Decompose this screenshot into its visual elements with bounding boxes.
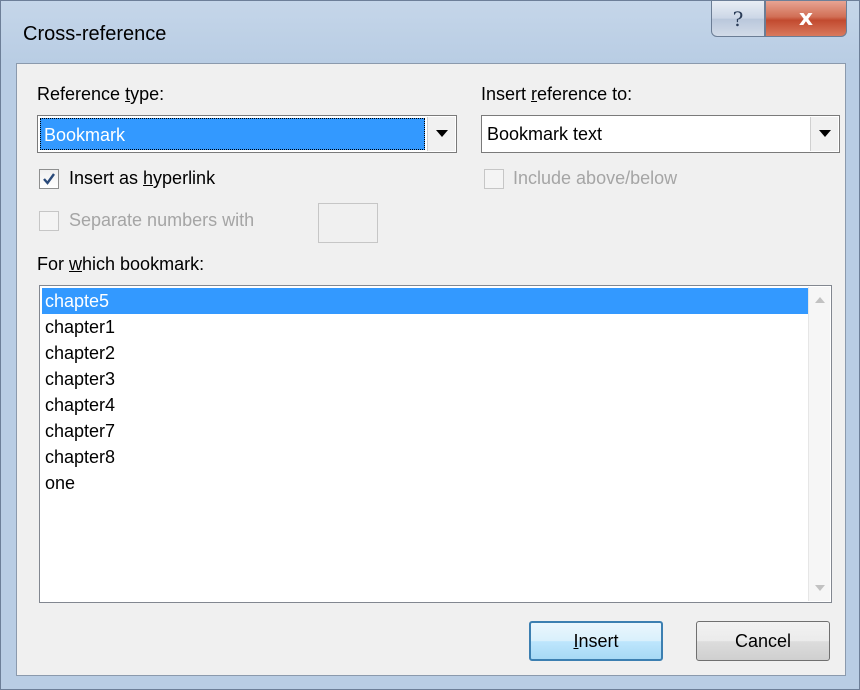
insert-reference-to-label: Insert reference to: bbox=[481, 84, 633, 104]
scroll-down-button[interactable] bbox=[809, 577, 831, 599]
help-button[interactable]: ? bbox=[711, 1, 765, 37]
insert-reference-to-dropdown-button[interactable] bbox=[810, 117, 838, 151]
reference-type-dropdown-button[interactable] bbox=[427, 117, 455, 151]
insert-button[interactable]: Insert bbox=[529, 621, 663, 661]
help-icon: ? bbox=[732, 6, 744, 31]
chevron-down-icon bbox=[818, 130, 831, 137]
list-item[interactable]: chapter3 bbox=[42, 366, 808, 392]
insert-as-hyperlink-checkbox[interactable] bbox=[39, 169, 59, 189]
bookmark-listbox[interactable]: chapte5 chapter1 chapter2 chapter3 chapt… bbox=[39, 285, 832, 603]
dialog-body: Reference type: Bookmark Insert referenc… bbox=[16, 63, 846, 676]
list-item[interactable]: chapte5 bbox=[42, 288, 808, 314]
scroll-up-arrow-icon bbox=[815, 297, 825, 303]
list-item[interactable]: chapter4 bbox=[42, 392, 808, 418]
include-above-below-checkbox[interactable] bbox=[484, 169, 504, 189]
close-icon: x bbox=[798, 6, 814, 31]
list-item[interactable]: chapter1 bbox=[42, 314, 808, 340]
close-button[interactable]: x bbox=[765, 1, 847, 37]
chevron-down-icon bbox=[435, 130, 448, 137]
list-item[interactable]: one bbox=[42, 470, 808, 496]
list-item[interactable]: chapter7 bbox=[42, 418, 808, 444]
reference-type-value: Bookmark bbox=[40, 118, 425, 150]
insert-reference-to-select[interactable]: Bookmark text bbox=[481, 115, 840, 153]
vertical-scrollbar[interactable] bbox=[808, 287, 830, 601]
list-item[interactable]: chapter2 bbox=[42, 340, 808, 366]
separate-numbers-checkbox[interactable] bbox=[39, 211, 59, 231]
for-which-bookmark-label: For which bookmark: bbox=[37, 254, 205, 274]
reference-type-select[interactable]: Bookmark bbox=[37, 115, 457, 153]
cancel-button[interactable]: Cancel bbox=[696, 621, 830, 661]
insert-reference-to-value: Bookmark text bbox=[487, 124, 603, 144]
checkmark-icon bbox=[43, 173, 55, 185]
bookmark-list-items: chapte5 chapter1 chapter2 chapter3 chapt… bbox=[42, 288, 808, 496]
scroll-up-button[interactable] bbox=[809, 289, 831, 311]
include-above-below-label: Include above/below bbox=[513, 168, 678, 188]
separate-numbers-label: Separate numbers with bbox=[69, 210, 255, 230]
insert-as-hyperlink-label[interactable]: Insert as hyperlink bbox=[69, 168, 215, 189]
separate-numbers-field[interactable] bbox=[318, 203, 378, 243]
dialog-title: Cross-reference bbox=[23, 23, 167, 45]
scroll-down-arrow-icon bbox=[815, 585, 825, 591]
reference-type-label: Reference type: bbox=[37, 84, 165, 104]
dialog-window: Cross-reference ? x Reference type: Book… bbox=[0, 0, 860, 690]
list-item[interactable]: chapter8 bbox=[42, 444, 808, 470]
